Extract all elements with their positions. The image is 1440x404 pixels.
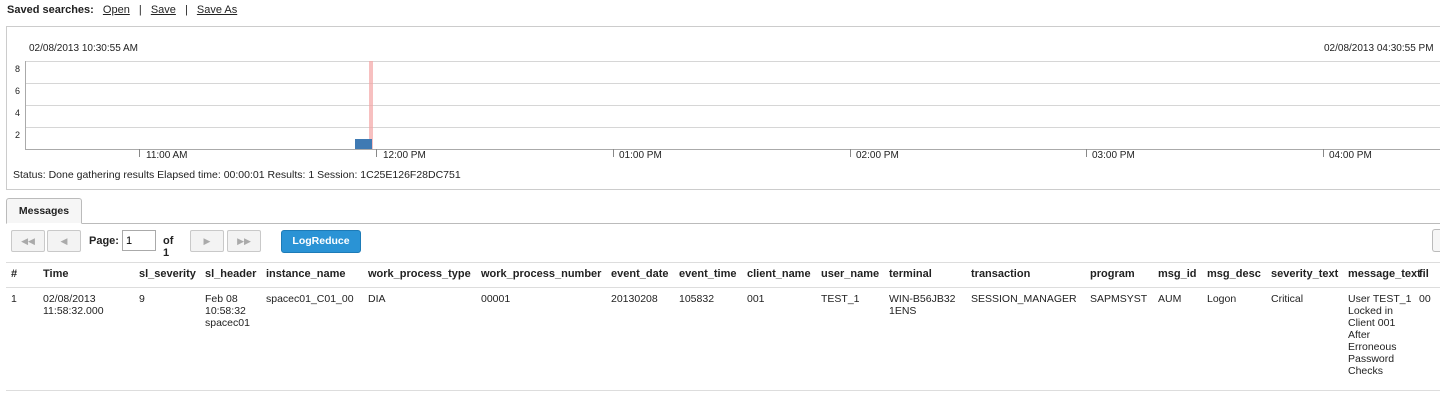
page-label: Page: — [89, 235, 119, 247]
y-tick-label: 6 — [15, 86, 21, 96]
selection-marker[interactable] — [369, 61, 373, 149]
column-header[interactable]: work_process_type — [368, 268, 471, 280]
column-header[interactable]: severity_text — [1271, 268, 1338, 280]
y-tick-label: 4 — [15, 108, 21, 118]
table-cell: WIN-B56JB321ENS — [889, 293, 956, 317]
x-tick — [850, 149, 851, 157]
gridline — [25, 83, 1440, 84]
y-tick-label: 8 — [15, 64, 21, 74]
column-header[interactable]: msg_desc — [1207, 268, 1261, 280]
save-link[interactable]: Save — [151, 4, 176, 16]
saved-searches: Saved searches: Open | Save | Save As — [7, 4, 237, 16]
column-header[interactable]: work_process_number — [481, 268, 601, 280]
gridline — [25, 127, 1440, 128]
column-header[interactable]: sl_header — [205, 268, 256, 280]
timeline-start-date: 02/08/2013 10:30:55 AM — [29, 43, 138, 54]
tab-bar: Messages — [6, 197, 1440, 224]
saved-searches-label: Saved searches: — [7, 4, 94, 16]
prev-page-button[interactable]: ◀ — [47, 230, 81, 252]
right-toolbar-button[interactable] — [1432, 229, 1440, 252]
table-cell: User TEST_1 Locked in Client 001 After E… — [1348, 293, 1412, 377]
column-header[interactable]: user_name — [821, 268, 879, 280]
table-cell: Critical — [1271, 293, 1304, 305]
logreduce-button[interactable]: LogReduce — [281, 230, 361, 253]
x-tick — [139, 149, 140, 157]
page-number-input[interactable] — [122, 230, 156, 251]
table-cell: 1 — [11, 293, 17, 305]
table-cell: SESSION_MANAGER — [971, 293, 1077, 305]
column-header[interactable]: client_name — [747, 268, 811, 280]
column-header[interactable]: message_text — [1348, 268, 1421, 280]
separator: | — [184, 4, 188, 16]
column-header[interactable]: transaction — [971, 268, 1030, 280]
x-tick-label: 03:00 PM — [1092, 150, 1135, 161]
table-cell: 9 — [139, 293, 145, 305]
table-cell: Feb 08 10:58:32 spacec01 — [205, 293, 250, 329]
x-tick-label: 04:00 PM — [1329, 150, 1372, 161]
table-cell: Logon — [1207, 293, 1237, 305]
gridline — [25, 105, 1440, 106]
table-cell: 00001 — [481, 293, 511, 305]
table-cell: AUM — [1158, 293, 1182, 305]
status-bar: Status: Done gathering results Elapsed t… — [13, 169, 461, 181]
table-cell: 02/08/2013 11:58:32.000 — [43, 293, 104, 317]
table-row[interactable]: 1 02/08/2013 11:58:32.000 9 Feb 08 10:58… — [6, 287, 1440, 391]
open-link[interactable]: Open — [103, 4, 130, 16]
x-tick-label: 12:00 PM — [383, 150, 426, 161]
column-header[interactable]: terminal — [889, 268, 932, 280]
column-header[interactable]: instance_name — [266, 268, 345, 280]
gridline — [25, 61, 1440, 62]
x-tick — [1086, 149, 1087, 157]
table-cell: 20130208 — [611, 293, 658, 305]
table-cell: DIA — [368, 293, 386, 305]
x-tick — [376, 149, 377, 157]
column-header[interactable]: msg_id — [1158, 268, 1197, 280]
column-header[interactable]: event_date — [611, 268, 668, 280]
y-axis — [25, 61, 26, 149]
tab-messages[interactable]: Messages — [6, 198, 82, 224]
x-tick-label: 02:00 PM — [856, 150, 899, 161]
last-page-button[interactable]: ▶▶ — [227, 230, 261, 252]
x-tick-label: 01:00 PM — [619, 150, 662, 161]
column-header[interactable]: fil — [1419, 268, 1429, 280]
next-page-button[interactable]: ▶ — [190, 230, 224, 252]
table-cell: TEST_1 — [821, 293, 860, 305]
table-cell: 105832 — [679, 293, 715, 305]
save-as-link[interactable]: Save As — [197, 4, 237, 16]
table-cell: 001 — [747, 293, 765, 305]
table-cell: 00 — [1419, 293, 1431, 305]
x-tick-label: 11:00 AM — [146, 150, 188, 161]
x-axis — [25, 149, 1440, 150]
x-tick — [613, 149, 614, 157]
table-cell: SAPMSYST — [1090, 293, 1148, 305]
y-tick-label: 2 — [15, 130, 21, 140]
x-tick — [1323, 149, 1324, 157]
table-header: # Time sl_severity sl_header instance_na… — [6, 262, 1440, 288]
page-count: of 1 — [163, 235, 174, 259]
column-header[interactable]: # — [11, 268, 17, 280]
histogram-bar[interactable] — [355, 139, 372, 149]
column-header[interactable]: Time — [43, 268, 68, 280]
table-cell: spacec01_C01_00 — [266, 293, 354, 305]
column-header[interactable]: sl_severity — [139, 268, 196, 280]
timeline-histogram[interactable]: 02/08/2013 10:30:55 AM 02/08/2013 04:30:… — [6, 26, 1440, 190]
first-page-button[interactable]: ◀◀ — [11, 230, 45, 252]
column-header[interactable]: event_time — [679, 268, 736, 280]
timeline-end-date: 02/08/2013 04:30:55 PM — [1324, 43, 1434, 54]
separator: | — [138, 4, 142, 16]
column-header[interactable]: program — [1090, 268, 1135, 280]
